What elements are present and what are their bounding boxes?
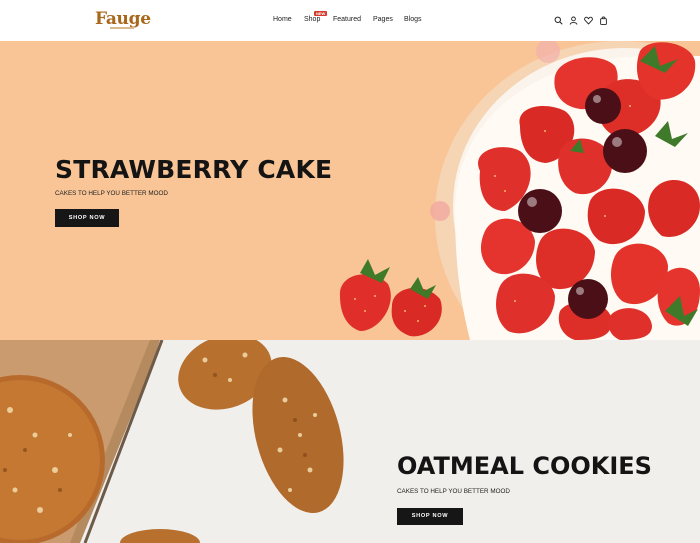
user-icon[interactable]: [569, 16, 578, 25]
shop-new-badge: NEW: [314, 11, 328, 16]
nav-item-blogs[interactable]: Blogs: [404, 16, 422, 23]
site-header: Fauge Home Shop NEW Featured Pages Blogs: [0, 0, 700, 41]
hero-oatmeal-cookies: OATMEAL COOKIES CAKES TO HELP YOU BETTER…: [0, 340, 700, 543]
hero1-shop-now-button[interactable]: SHOP NOW: [55, 209, 119, 227]
hero2-subtitle: CAKES TO HELP YOU BETTER MOOD: [397, 488, 510, 495]
search-icon[interactable]: [554, 16, 563, 25]
heart-icon[interactable]: [584, 16, 593, 25]
hero2-shop-now-button[interactable]: SHOP NOW: [397, 508, 463, 525]
oatmeal-cookies-image: [0, 340, 344, 543]
nav-item-featured[interactable]: Featured: [333, 16, 361, 23]
nav-item-shop[interactable]: Shop: [304, 16, 320, 23]
nav-item-pages[interactable]: Pages: [373, 16, 393, 23]
bag-icon[interactable]: [599, 16, 608, 25]
hero1-title: STRAWBERRY CAKE: [55, 155, 333, 184]
hero2-title: OATMEAL COOKIES: [397, 452, 652, 480]
hero1-subtitle: CAKES TO HELP YOU BETTER MOOD: [55, 190, 168, 197]
nav-item-home[interactable]: Home: [273, 16, 292, 23]
hero-strawberry-cake: STRAWBERRY CAKE CAKES TO HELP YOU BETTER…: [0, 41, 700, 340]
header-actions: [554, 16, 608, 25]
